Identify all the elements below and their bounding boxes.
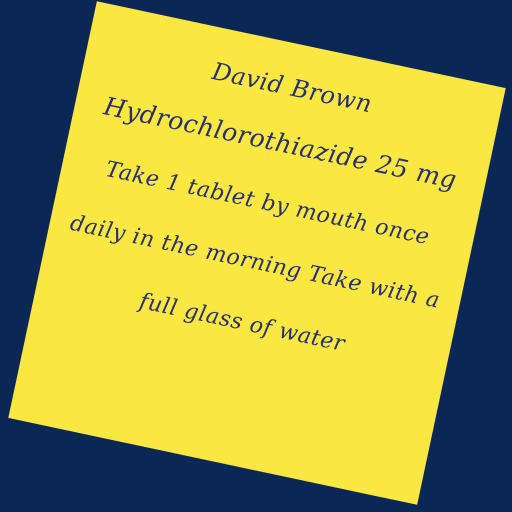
sticky-note: David Brown Hydrochlorothiazide 25 mg Ta… <box>8 1 506 505</box>
note-text: David Brown Hydrochlorothiazide 25 mg Ta… <box>8 1 505 505</box>
